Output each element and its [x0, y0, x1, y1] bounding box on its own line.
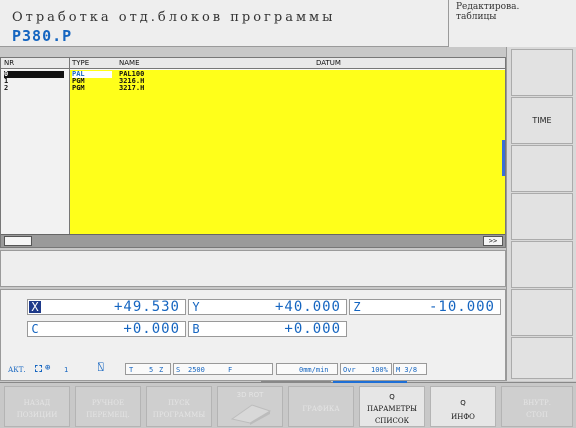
softkey-graphics[interactable]: ГРАФИКА: [288, 386, 354, 427]
data-area: [70, 70, 505, 234]
vertical-softkey-bar: TIME: [506, 47, 576, 381]
axis-b-value: +0.000: [284, 321, 341, 337]
col-header-name: NAME: [119, 59, 140, 67]
softkey-3d-rot[interactable]: 3D ROT: [217, 386, 283, 427]
softkey-right-4[interactable]: [511, 193, 573, 240]
tool-icon: ⍂: [98, 363, 104, 373]
softkey-right-1[interactable]: [511, 49, 573, 96]
softkey-return-to-position[interactable]: НАЗАД ПОЗИЦИИ: [4, 386, 70, 427]
axis-z-field: Z -10.000: [349, 299, 501, 315]
message-area: [0, 250, 506, 287]
tool-axis: Z: [159, 366, 164, 374]
axis-c-value: +0.000: [123, 321, 180, 337]
datum-icon: [35, 365, 42, 372]
table-row-nr[interactable]: 2: [4, 85, 64, 92]
spindle-label: S: [176, 366, 181, 374]
softkey-right-3[interactable]: [511, 145, 573, 192]
program-table: NR TYPE NAME DATUM 0 1 2 PAL PGM PGM PAL…: [0, 57, 506, 248]
crosshair-icon: ⊕: [45, 363, 51, 373]
axis-x-label: X: [29, 301, 41, 313]
table-cell-type[interactable]: PGM: [72, 85, 112, 92]
horizontal-softkey-bar: НАЗАД ПОЗИЦИИ РУЧНОЕ ПЕРЕМЕЩ. ПУСК ПРОГР…: [0, 382, 576, 428]
axis-y-label: Y: [192, 300, 200, 314]
axis-x-field: X +49.530: [27, 299, 186, 315]
softkey-right-7[interactable]: [511, 337, 573, 379]
table-row-nr[interactable]: 1: [4, 78, 64, 85]
status-line: АКТ. ⊕ 1 ⍂ T 5 Z S 2500 F 0mm/min Ovr 10…: [2, 361, 505, 379]
horizontal-scrollbar[interactable]: >>: [1, 234, 505, 247]
override-value: 100%: [371, 366, 388, 374]
override-label: Ovr: [343, 366, 356, 374]
softkey-scroll-indicator: [502, 140, 505, 176]
secondary-mode-line1: Редактирова.: [456, 2, 520, 12]
axis-c-field: C +0.000: [27, 321, 186, 337]
axis-c-label: C: [31, 322, 39, 336]
tool-axis-value: 5: [149, 366, 154, 374]
table-row-nr[interactable]: 0: [4, 71, 64, 78]
datum-number: 1: [64, 366, 69, 374]
axis-x-value: +49.530: [113, 299, 180, 315]
col-header-datum: DATUM: [316, 59, 341, 67]
softkey-q-info[interactable]: Q ИНФО: [430, 386, 496, 427]
m-functions: M 3/8: [396, 366, 418, 374]
axis-b-label: B: [192, 322, 200, 336]
table-header: NR TYPE NAME DATUM: [1, 58, 505, 69]
softkey-time-label: TIME: [532, 116, 552, 125]
softkey-right-6[interactable]: [511, 289, 573, 336]
softkey-time[interactable]: TIME: [511, 97, 573, 144]
3d-plane-icon: [230, 404, 272, 425]
feed-label: F: [228, 366, 233, 374]
secondary-mode-line2: таблицы: [456, 12, 497, 22]
position-display: X +49.530 Y +40.000 Z -10.000 C +0.000 B…: [0, 289, 506, 381]
tool-label: T: [129, 366, 134, 374]
softkey-program-start[interactable]: ПУСК ПРОГРАММЫ: [146, 386, 212, 427]
softkey-level-indicator-active: [333, 381, 407, 383]
axis-z-value: -10.000: [428, 299, 495, 315]
softkey-internal-stop[interactable]: ВНУТР. СТОП: [501, 386, 573, 427]
scrollbar-thumb[interactable]: [4, 236, 32, 246]
spindle-speed: 2500: [188, 366, 205, 374]
col-header-type: TYPE: [72, 59, 90, 67]
mode-title: Отработка отд.блоков программы: [12, 10, 336, 25]
program-name: Р380.Р: [12, 27, 73, 45]
position-mode: АКТ.: [8, 366, 26, 374]
column-divider: [69, 58, 70, 234]
softkey-q-params-list[interactable]: Q ПАРАМЕТРЫ СПИСОК: [359, 386, 425, 427]
feed-value: 0mm/min: [299, 366, 329, 374]
table-cell-name[interactable]: 3217.H: [119, 85, 199, 92]
secondary-mode-box: Редактирова. таблицы: [448, 0, 576, 47]
axis-y-value: +40.000: [274, 299, 341, 315]
nr-column: [1, 70, 69, 234]
axis-b-field: B +0.000: [188, 321, 347, 337]
axis-z-label: Z: [353, 300, 361, 314]
softkey-right-5[interactable]: [511, 241, 573, 288]
scroll-right-button[interactable]: >>: [483, 236, 503, 246]
softkey-level-indicator: [261, 381, 331, 383]
axis-y-field: Y +40.000: [188, 299, 347, 315]
col-header-nr: NR: [4, 59, 15, 67]
softkey-manual-traverse[interactable]: РУЧНОЕ ПЕРЕМЕЩ.: [75, 386, 141, 427]
